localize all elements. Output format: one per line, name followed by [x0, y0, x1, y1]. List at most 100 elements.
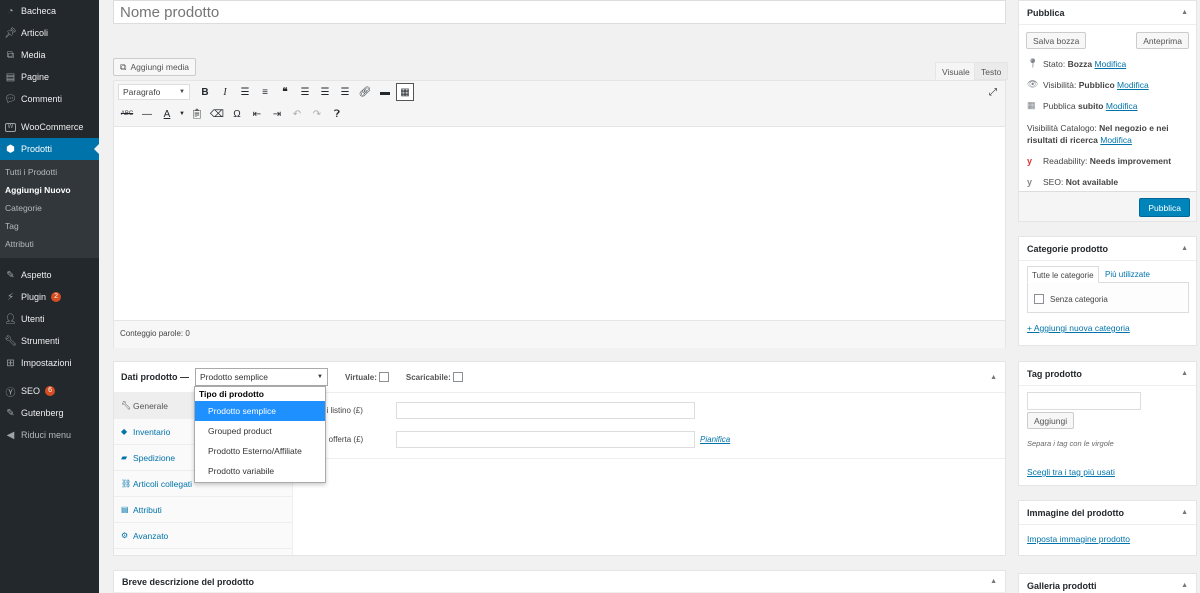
- tab-avanzato[interactable]: ⚙︎ Avanzato: [114, 523, 292, 549]
- tab-most-used[interactable]: Più utilizzate: [1105, 270, 1150, 279]
- option-grouped[interactable]: Grouped product: [195, 421, 325, 441]
- sidebar-item-articoli[interactable]: 📌︎ Articoli: [0, 22, 99, 44]
- collapse-toggle-icon[interactable]: ▲: [1181, 370, 1188, 377]
- sidebar-item-label: Articoli: [21, 28, 49, 38]
- horizontal-line-icon[interactable]: —: [138, 105, 156, 123]
- sidebar-item-impostazioni[interactable]: ⊞ Impostazioni: [0, 352, 99, 374]
- sale-price-input[interactable]: [396, 431, 695, 448]
- submenu-attributes[interactable]: Attributi: [0, 235, 99, 253]
- product-title-input[interactable]: [113, 0, 1006, 24]
- edit-visibility-link[interactable]: Modifica: [1117, 80, 1149, 90]
- toolbar-toggle-icon[interactable]: ▦: [396, 83, 414, 101]
- add-tag-button[interactable]: Aggiungi: [1027, 412, 1075, 429]
- product-image-header[interactable]: Immagine del prodotto ▲: [1019, 501, 1196, 525]
- virtual-checkbox[interactable]: [378, 372, 389, 382]
- editor-content[interactable]: [114, 127, 1005, 320]
- read-more-icon[interactable]: ▬: [376, 83, 394, 101]
- prodotti-submenu: Tutti i Prodotti Aggiungi Nuovo Categori…: [0, 160, 99, 258]
- edit-date-link[interactable]: Modifica: [1106, 101, 1138, 111]
- indent-icon[interactable]: ⇥: [268, 105, 286, 123]
- eye-icon: 👁︎: [1027, 79, 1039, 89]
- collapse-toggle-icon[interactable]: ▲: [1181, 509, 1188, 516]
- align-center-icon[interactable]: ☰: [316, 83, 334, 101]
- gutenberg-icon: ✎: [6, 407, 15, 419]
- fullscreen-icon[interactable]: ⤢: [984, 83, 1002, 101]
- outdent-icon[interactable]: ⇤: [248, 105, 266, 123]
- align-left-icon[interactable]: ☰: [296, 83, 314, 101]
- submenu-add-new[interactable]: Aggiungi Nuovo: [0, 181, 99, 199]
- numbered-list-icon[interactable]: ≡: [256, 83, 274, 101]
- add-category-link[interactable]: + Aggiungi nuova categoria: [1027, 323, 1130, 333]
- collapse-toggle-icon[interactable]: ▲: [990, 374, 997, 381]
- link-icon[interactable]: 🔗︎: [356, 83, 374, 101]
- collapse-toggle-icon[interactable]: ▲: [1181, 245, 1188, 252]
- submenu-categories[interactable]: Categorie: [0, 199, 99, 217]
- catalog-visibility-row: Visibilità Catalogo: Nel negozio e nei r…: [1027, 123, 1169, 145]
- collapse-toggle-icon[interactable]: ▲: [1181, 582, 1188, 589]
- product-image-box: Immagine del prodotto ▲ Imposta immagine…: [1018, 500, 1197, 556]
- tab-attributi[interactable]: ▤ Attributi: [114, 497, 292, 523]
- sidebar-item-gutenberg[interactable]: ✎ Gutenberg: [0, 402, 99, 424]
- collapse-toggle-icon[interactable]: ▲: [990, 578, 997, 585]
- sidebar-item-prodotti[interactable]: ⬢ Prodotti: [0, 138, 99, 160]
- text-color-icon[interactable]: A: [158, 105, 176, 123]
- format-select[interactable]: Paragrafo ▼: [118, 84, 190, 100]
- sidebar-item-aspetto[interactable]: ✎ Aspetto: [0, 264, 99, 286]
- strikethrough-icon[interactable]: ABC: [118, 105, 136, 123]
- publish-header[interactable]: Pubblica ▲: [1019, 1, 1196, 25]
- choose-tags-link[interactable]: Scegli tra i tag più usati: [1027, 467, 1115, 477]
- sidebar-item-media[interactable]: ⧉ Media: [0, 44, 99, 66]
- tags-header[interactable]: Tag prodotto ▲: [1019, 362, 1196, 386]
- tags-box: Tag prodotto ▲ Aggiungi Separa i tag con…: [1018, 361, 1197, 486]
- short-description-header[interactable]: Breve descrizione del prodotto ▲: [114, 571, 1005, 593]
- bold-icon[interactable]: B: [196, 83, 214, 101]
- blockquote-icon[interactable]: ❝: [276, 83, 294, 101]
- categories-header[interactable]: Categorie prodotto ▲: [1019, 237, 1196, 261]
- redo-icon[interactable]: ↷: [308, 105, 326, 123]
- edit-catalog-link[interactable]: Modifica: [1100, 135, 1132, 145]
- clear-formatting-icon[interactable]: ⌫: [208, 105, 226, 123]
- sidebar-item-utenti[interactable]: 👤︎ Utenti: [0, 308, 99, 330]
- category-label: Senza categoria: [1050, 295, 1108, 304]
- tab-visual[interactable]: Visuale: [935, 62, 977, 80]
- schedule-link[interactable]: Pianifica: [700, 435, 730, 444]
- collapse-toggle-icon[interactable]: ▲: [1181, 9, 1188, 16]
- save-draft-button[interactable]: Salva bozza: [1026, 32, 1087, 49]
- editor-toolbar-row-2: ABC — A ▼ 📋︎ ⌫ Ω ⇤ ⇥ ↶ ↷ ❓︎: [113, 105, 1006, 123]
- align-right-icon[interactable]: ☰: [336, 83, 354, 101]
- add-media-button[interactable]: ⧉ Aggiungi media: [113, 58, 197, 76]
- tab-all-categories[interactable]: Tutte le categorie: [1027, 266, 1099, 283]
- settings-icon: ⊞: [6, 357, 15, 369]
- option-simple[interactable]: Prodotto semplice: [195, 401, 325, 421]
- sidebar-item-pagine[interactable]: ▤ Pagine: [0, 66, 99, 88]
- sidebar-item-bacheca[interactable]: ◔ Bacheca: [0, 0, 99, 22]
- product-type-select[interactable]: Prodotto semplice ▼: [195, 368, 328, 386]
- collapse-menu-button[interactable]: ◀ Riduci menu: [0, 424, 99, 446]
- downloadable-checkbox[interactable]: [452, 372, 463, 382]
- italic-icon[interactable]: I: [216, 83, 234, 101]
- category-checkbox[interactable]: [1034, 294, 1044, 304]
- bullet-list-icon[interactable]: ☰: [236, 83, 254, 101]
- regular-price-input[interactable]: [396, 402, 695, 419]
- option-variable[interactable]: Prodotto variabile: [195, 461, 325, 481]
- tag-input[interactable]: [1027, 392, 1141, 410]
- submenu-tags[interactable]: Tag: [0, 217, 99, 235]
- undo-icon[interactable]: ↶: [288, 105, 306, 123]
- option-external[interactable]: Prodotto Esterno/Affiliate: [195, 441, 325, 461]
- set-image-link[interactable]: Imposta immagine prodotto: [1027, 534, 1130, 544]
- product-gallery-header[interactable]: Galleria prodotti ▲: [1019, 574, 1196, 593]
- sidebar-item-seo[interactable]: Ⓨ SEO 6: [0, 380, 99, 402]
- preview-button[interactable]: Anteprima: [1136, 32, 1189, 49]
- paste-text-icon[interactable]: 📋︎: [188, 105, 206, 123]
- chevron-down-icon[interactable]: ▼: [178, 105, 186, 123]
- special-char-icon[interactable]: Ω: [228, 105, 246, 123]
- tab-text[interactable]: Testo: [974, 62, 1009, 80]
- publish-button[interactable]: Pubblica: [1139, 198, 1190, 217]
- sidebar-item-woocommerce[interactable]: W WooCommerce: [0, 116, 99, 138]
- edit-status-link[interactable]: Modifica: [1095, 59, 1127, 69]
- help-icon[interactable]: ❓︎: [328, 105, 346, 123]
- sidebar-item-plugin[interactable]: ⚡︎ Plugin 2: [0, 286, 99, 308]
- sidebar-item-strumenti[interactable]: 🔧︎ Strumenti: [0, 330, 99, 352]
- sidebar-item-commenti[interactable]: 💬︎ Commenti: [0, 88, 99, 110]
- submenu-all-products[interactable]: Tutti i Prodotti: [0, 163, 99, 181]
